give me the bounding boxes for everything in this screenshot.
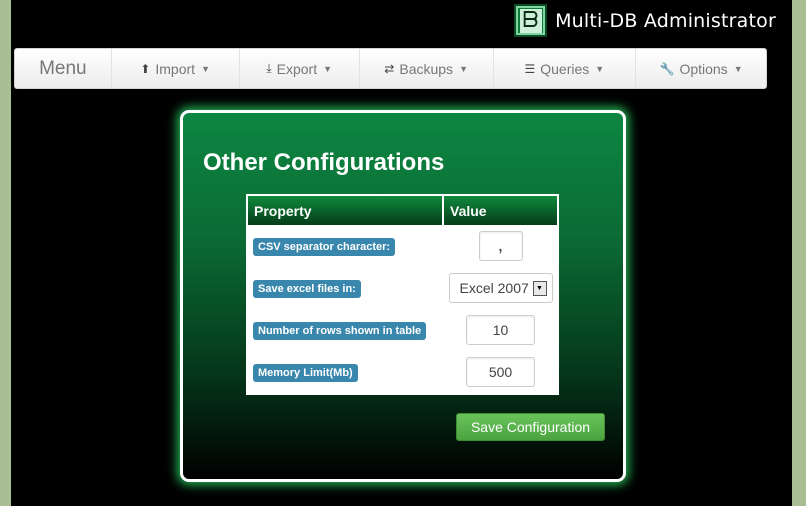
- csv-separator-input[interactable]: ,: [478, 231, 523, 261]
- nav-backups-label: Backups: [399, 60, 454, 77]
- caret-down-icon: ▼: [595, 63, 605, 74]
- app-logo: ᗷ: [514, 4, 548, 37]
- nav-backups[interactable]: ⇄ Backups ▼: [358, 49, 493, 88]
- nav-queries-label: Queries: [540, 60, 590, 77]
- nav-import-label: Import: [155, 60, 196, 77]
- nav-queries[interactable]: ☰ Queries ▼: [492, 49, 636, 88]
- app-title: Multi-DB Administrator: [555, 9, 776, 32]
- dropdown-arrow-icon[interactable]: ▼: [532, 281, 547, 296]
- nav-export[interactable]: ⤓ Export ▼: [238, 49, 359, 88]
- property-label: Number of rows shown in table: [253, 321, 427, 340]
- caret-down-icon: ▼: [323, 63, 333, 74]
- property-label: CSV separator character:: [253, 237, 396, 256]
- rows-shown-input[interactable]: 10: [466, 315, 535, 345]
- config-panel: Other Configurations Property Value CSV …: [180, 110, 626, 482]
- nav-options[interactable]: 🔧 Options ▼: [635, 49, 766, 88]
- list-icon: ☰: [524, 61, 536, 76]
- excel-format-select[interactable]: Excel 2007 ▼: [448, 273, 553, 303]
- upload-circle-icon: ⬆: [140, 61, 151, 76]
- nav-options-label: Options: [679, 60, 728, 77]
- menu-brand[interactable]: Menu: [15, 49, 111, 88]
- table-row: CSV separator character: ,: [248, 225, 557, 267]
- download-icon: ⤓: [266, 61, 272, 75]
- app-window: ᗷ Multi-DB Administrator Menu ⬆ Import ▼…: [11, 0, 792, 506]
- property-label: Memory Limit(Mb): [253, 363, 358, 382]
- page-title: Other Configurations: [203, 149, 445, 176]
- wrench-icon: 🔧: [659, 61, 675, 76]
- save-configuration-button[interactable]: Save Configuration: [456, 413, 605, 441]
- table-header: Property Value: [248, 196, 557, 225]
- table-row: Save excel files in: Excel 2007 ▼: [248, 267, 557, 309]
- navbar: Menu ⬆ Import ▼ ⤓ Export ▼ ⇄ Backups ▼ ☰…: [14, 48, 767, 89]
- caret-down-icon: ▼: [459, 63, 468, 74]
- caret-down-icon: ▼: [201, 63, 210, 74]
- property-label: Save excel files in:: [253, 279, 361, 298]
- caret-down-icon: ▼: [733, 63, 743, 74]
- config-table: Property Value CSV separator character: …: [246, 194, 559, 395]
- table-row: Number of rows shown in table 10: [248, 309, 557, 351]
- table-row: Memory Limit(Mb) 500: [248, 351, 557, 393]
- brand: ᗷ Multi-DB Administrator: [514, 4, 776, 37]
- memory-limit-input[interactable]: 500: [466, 357, 535, 387]
- retweet-icon: ⇄: [384, 61, 395, 76]
- header-property: Property: [248, 196, 444, 225]
- header-value: Value: [450, 202, 487, 219]
- nav-import[interactable]: ⬆ Import ▼: [110, 49, 239, 88]
- excel-format-value: Excel 2007: [459, 280, 529, 296]
- nav-export-label: Export: [276, 60, 318, 77]
